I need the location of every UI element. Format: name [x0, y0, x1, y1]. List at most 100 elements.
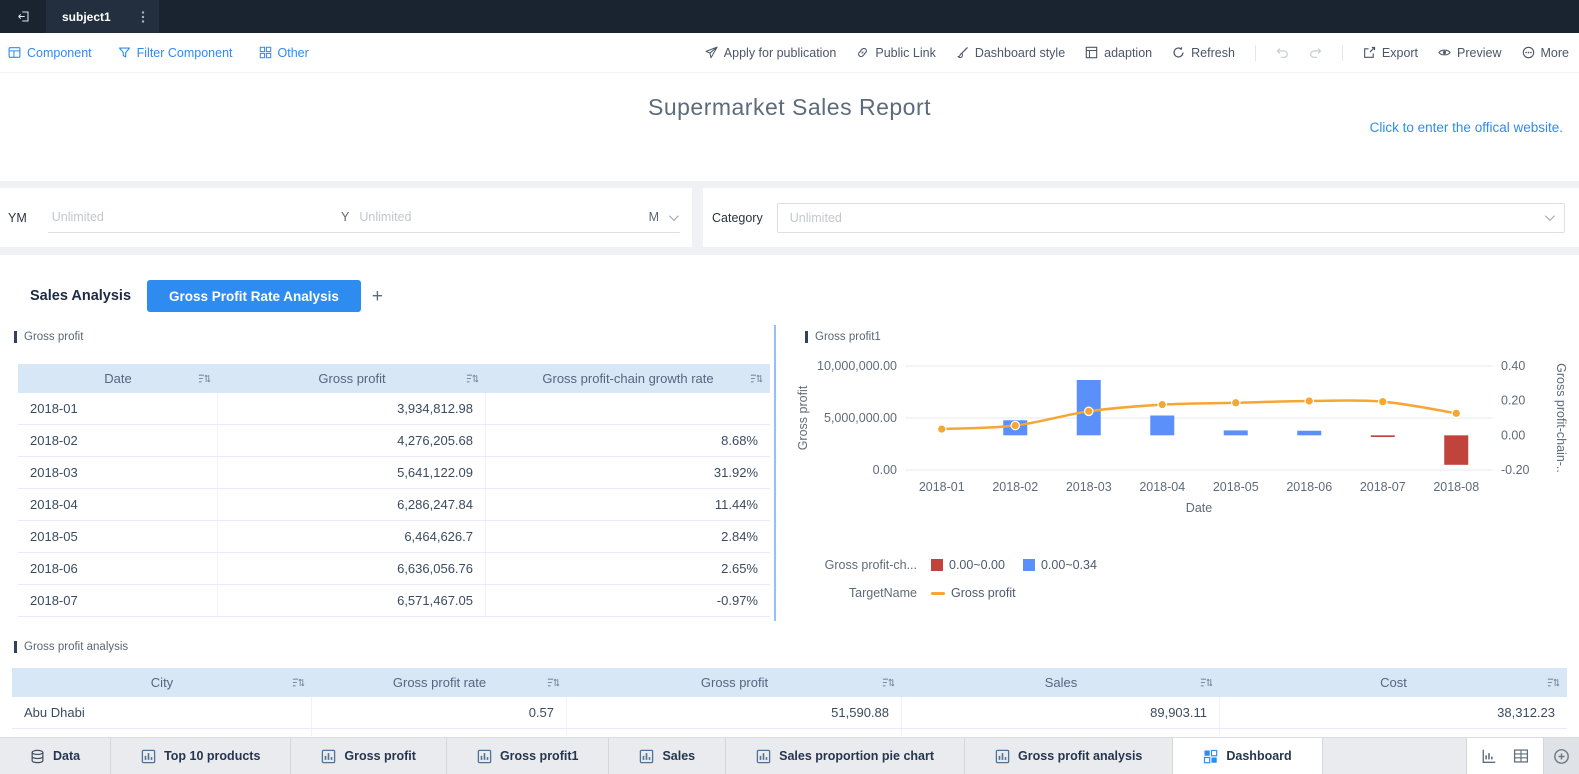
bottom-tab-sales-proportion-pie-chart[interactable]: Sales proportion pie chart — [726, 738, 966, 774]
panel-splitter[interactable] — [774, 325, 776, 621]
table-add-icon[interactable] — [1513, 748, 1529, 764]
bottom-tab-gross-profit1[interactable]: Gross profit1 — [447, 738, 610, 774]
table-cell — [902, 729, 1220, 736]
top-bar: subject1 — [0, 0, 1579, 33]
document-tab[interactable]: subject1 — [46, 0, 159, 33]
column-header-gross-profit-rate[interactable]: Gross profit rate — [312, 668, 567, 697]
svg-text:-0.20: -0.20 — [1501, 463, 1530, 477]
chart-icon — [639, 749, 654, 764]
legend-item-gross-profit[interactable]: Gross profit — [931, 586, 1016, 600]
legend-item-0-00-0-34[interactable]: 0.00~0.34 — [1022, 558, 1097, 572]
tab-menu-icon[interactable] — [141, 10, 145, 24]
column-header-gross-profit-chain-growth-rate[interactable]: Gross profit-chain growth rate — [486, 364, 770, 393]
table-row[interactable]: 2018-01 3,934,812.98 — [18, 393, 770, 425]
column-header-label: Cost — [1380, 675, 1407, 690]
chevron-down-icon — [1544, 211, 1555, 222]
svg-text:2018-06: 2018-06 — [1286, 480, 1332, 494]
column-header-gross-profit[interactable]: Gross profit — [218, 364, 486, 393]
svg-text:Gross profit-chain-..: Gross profit-chain-.. — [1554, 363, 1568, 473]
bottom-tab-gross-profit[interactable]: Gross profit — [291, 738, 447, 774]
combo-chart[interactable]: 10,000,000.00 5,000,000.00 0.00 0.40 0.20 0.0… — [793, 350, 1571, 525]
tab-gross-profit-rate-analysis[interactable]: Gross Profit Rate Analysis — [147, 280, 361, 312]
table-cell — [12, 729, 312, 736]
toolbar-label: Public Link — [875, 45, 936, 60]
corner-widget-button[interactable] — [1543, 738, 1579, 774]
svg-text:0.00: 0.00 — [1501, 428, 1525, 442]
gross-profit1-chart-widget: 10,000,000.00 5,000,000.00 0.00 0.40 0.20 0.0… — [793, 350, 1571, 607]
toolbar-separator — [1341, 44, 1343, 61]
toolbar-public-link[interactable]: Public Link — [856, 45, 936, 60]
legend-color-swatch — [1022, 559, 1035, 571]
toolbar-preview[interactable]: Preview — [1438, 46, 1502, 60]
toolbar-redo[interactable] — [1309, 46, 1322, 59]
bottom-tab-top-10-products[interactable]: Top 10 products — [111, 738, 292, 774]
toolbar-label: Dashboard style — [974, 45, 1066, 60]
more-icon — [1522, 46, 1535, 59]
svg-text:0.00: 0.00 — [873, 463, 897, 477]
toolbar-label: Component — [27, 45, 92, 60]
toolbar-refresh[interactable]: Refresh — [1172, 46, 1235, 60]
ym-range-input[interactable]: Unlimited Y Unlimited M — [47, 203, 680, 233]
svg-text:Gross profit: Gross profit — [796, 385, 810, 450]
chart-add-icon[interactable] — [1481, 748, 1497, 764]
category-select[interactable]: Unlimited — [776, 202, 1565, 233]
svg-text:2018-07: 2018-07 — [1360, 480, 1406, 494]
toolbar-apply-for-publication[interactable]: Apply for publication — [705, 45, 837, 60]
table-row[interactable]: 2018-03 5,641,122.09 31.92% — [18, 457, 770, 489]
widget-accent-bar — [14, 641, 17, 653]
toolbar-other[interactable]: Other — [259, 46, 309, 60]
table-row[interactable]: 2018-02 4,276,205.68 8.68% — [18, 425, 770, 457]
ym-start-placeholder: Unlimited — [51, 210, 104, 224]
toolbar-label: More — [1540, 45, 1569, 60]
bottom-tab-label: Top 10 products — [164, 749, 261, 763]
exit-icon — [17, 10, 30, 23]
sort-icon[interactable] — [547, 677, 560, 688]
table-row[interactable]: Abu Dhabi 0.57 51,590.88 89,903.11 38,312.23 — [12, 697, 1567, 729]
toolbar-component[interactable]: Component — [8, 46, 92, 60]
column-header-date[interactable]: Date — [18, 364, 218, 393]
toolbar-filter-component[interactable]: Filter Component — [118, 46, 233, 60]
bottom-tab-dashboard[interactable]: Dashboard — [1173, 738, 1323, 774]
add-tab-button[interactable]: + — [372, 287, 383, 306]
toolbar-adaption[interactable]: adaption — [1085, 46, 1152, 60]
gross-profit1-widget-title: Gross profit1 — [805, 331, 881, 343]
column-header-label: Sales — [1044, 675, 1078, 690]
table-cell: 6,571,467.05 — [218, 585, 486, 616]
column-header-sales[interactable]: Sales — [902, 668, 1220, 697]
table-row[interactable]: 2018-05 6,464,626.7 2.84% — [18, 521, 770, 553]
sort-icon[interactable] — [1200, 677, 1213, 688]
column-header-cost[interactable]: Cost — [1220, 668, 1567, 697]
sort-icon[interactable] — [882, 677, 895, 688]
toolbar-label: Refresh — [1191, 45, 1235, 60]
toolbar-dashboard-style[interactable]: Dashboard style — [956, 46, 1065, 60]
widget-accent-bar — [14, 331, 17, 343]
sort-icon[interactable] — [292, 677, 305, 688]
bottom-tab-data[interactable]: Data — [0, 738, 112, 774]
legend-item-label: Gross profit — [951, 586, 1016, 600]
sort-icon[interactable] — [466, 373, 479, 384]
svg-text:Date: Date — [1186, 501, 1212, 515]
tab-sales-analysis[interactable]: Sales Analysis — [30, 288, 131, 304]
table-row[interactable]: 2018-06 6,636,056.76 2.65% — [18, 553, 770, 585]
bottom-tab-gross-profit-analysis[interactable]: Gross profit analysis — [965, 738, 1174, 774]
table-row[interactable]: 2018-04 6,286,247.84 11.44% — [18, 489, 770, 521]
bottom-tab-sales[interactable]: Sales — [609, 738, 727, 774]
sort-icon[interactable] — [750, 373, 763, 384]
toolbar-export[interactable]: Export — [1363, 46, 1418, 60]
table-row[interactable]: 2018-07 6,571,467.05 -0.97% — [18, 585, 770, 617]
toolbar-more[interactable]: More — [1522, 46, 1569, 60]
sort-icon[interactable] — [1547, 677, 1560, 688]
table-cell: 0.57 — [312, 697, 567, 728]
column-header-gross-profit[interactable]: Gross profit — [567, 668, 902, 697]
official-website-link[interactable]: Click to enter the offical website. — [1370, 120, 1563, 135]
table-cell: 2018-03 — [18, 457, 218, 488]
toolbar-undo[interactable] — [1276, 46, 1289, 59]
exit-editor-button[interactable] — [0, 0, 46, 33]
link-icon — [856, 46, 869, 59]
toolbar-right-group: Apply for publication Public Link Dashboar… — [705, 44, 1569, 61]
toolbar-label: Apply for publication — [723, 45, 837, 60]
column-header-city[interactable]: City — [12, 668, 312, 697]
sort-icon[interactable] — [198, 373, 211, 384]
toolbar-label: adaption — [1104, 45, 1153, 60]
legend-item-0-00-0-00[interactable]: 0.00~0.00 — [931, 558, 1005, 572]
